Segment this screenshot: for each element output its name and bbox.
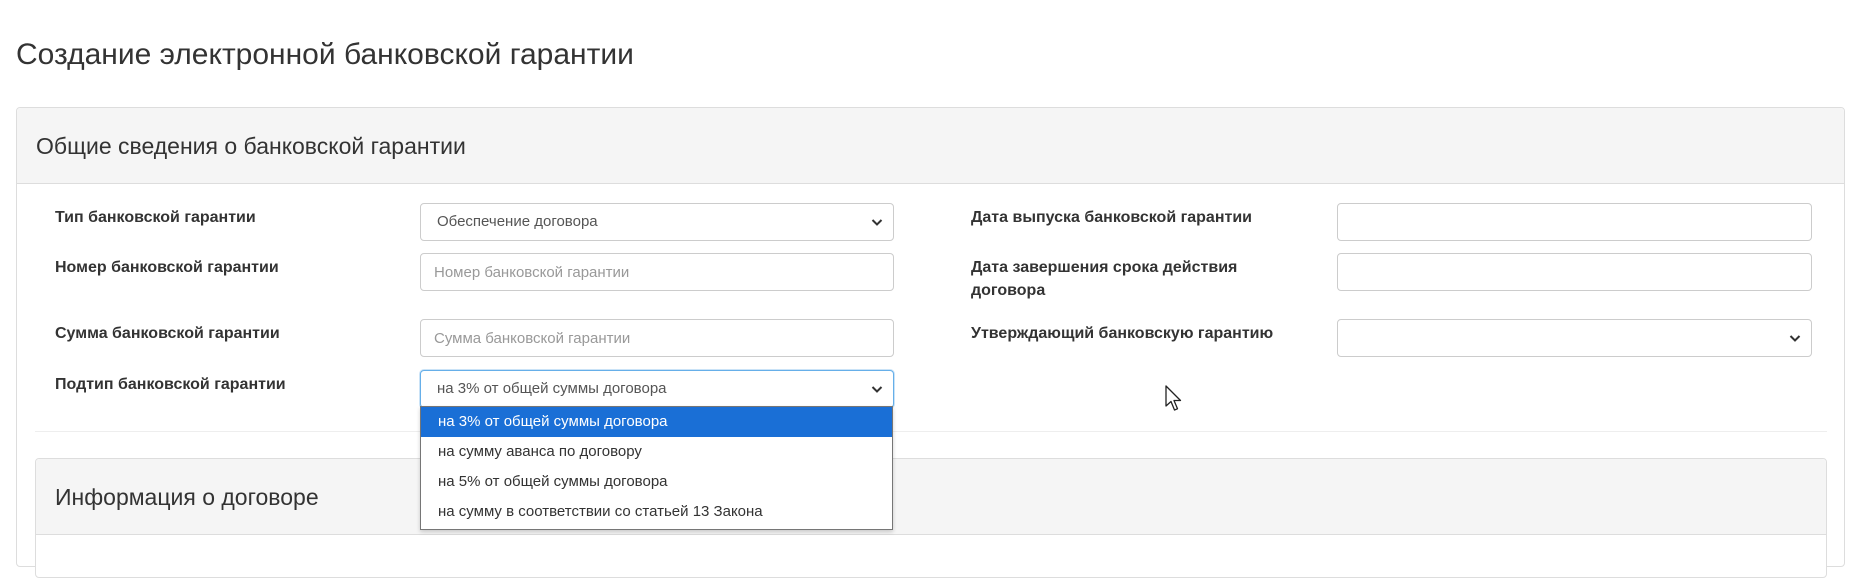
guarantee-subtype-select-value: на 3% от общей суммы договора <box>437 380 667 397</box>
guarantee-type-select-value: Обеспечение договора <box>437 213 598 230</box>
subtype-option[interactable]: на 3% от общей суммы договора <box>421 407 892 437</box>
page-title: Создание электронной банковской гарантии <box>16 38 634 71</box>
section-divider <box>35 431 1827 432</box>
general-info-panel-heading: Общие сведения о банковской гарантии <box>17 108 1844 184</box>
guarantee-type-label: Тип банковской гарантии <box>55 209 256 226</box>
issue-date-input[interactable] <box>1337 203 1812 241</box>
chevron-down-icon <box>1789 335 1801 342</box>
guarantee-amount-input[interactable] <box>420 319 894 357</box>
general-info-panel-title: Общие сведения о банковской гарантии <box>36 133 466 159</box>
guarantee-amount-label: Сумма банковской гарантии <box>55 325 280 342</box>
issue-date-label: Дата выпуска банковской гарантии <box>971 209 1252 226</box>
contract-info-panel: Информация о договоре <box>35 458 1827 578</box>
contract-end-date-input[interactable] <box>1337 253 1812 291</box>
guarantee-type-select[interactable]: Обеспечение договора <box>420 203 894 241</box>
guarantee-subtype-select[interactable]: на 3% от общей суммы договора <box>420 370 894 408</box>
approver-label: Утверждающий банковскую гарантию <box>971 325 1274 342</box>
mouse-cursor-icon <box>1165 385 1182 411</box>
subtype-option[interactable]: на сумму аванса по договору <box>421 437 892 467</box>
subtype-option[interactable]: на 5% от общей суммы договора <box>421 467 892 497</box>
approver-select[interactable] <box>1337 319 1812 357</box>
guarantee-subtype-options[interactable]: на 3% от общей суммы договора на сумму а… <box>420 406 893 530</box>
contract-info-panel-title: Информация о договоре <box>55 484 319 510</box>
guarantee-number-input[interactable] <box>420 253 894 291</box>
contract-end-date-label: Дата завершения срока действия договора <box>971 259 1238 299</box>
contract-info-panel-heading: Информация о договоре <box>36 459 1826 535</box>
subtype-option[interactable]: на сумму в соответствии со статьей 13 За… <box>421 497 892 527</box>
chevron-down-icon <box>871 386 883 393</box>
chevron-down-icon <box>871 219 883 226</box>
guarantee-number-label: Номер банковской гарантии <box>55 259 279 276</box>
guarantee-subtype-label: Подтип банковской гарантии <box>55 376 286 393</box>
